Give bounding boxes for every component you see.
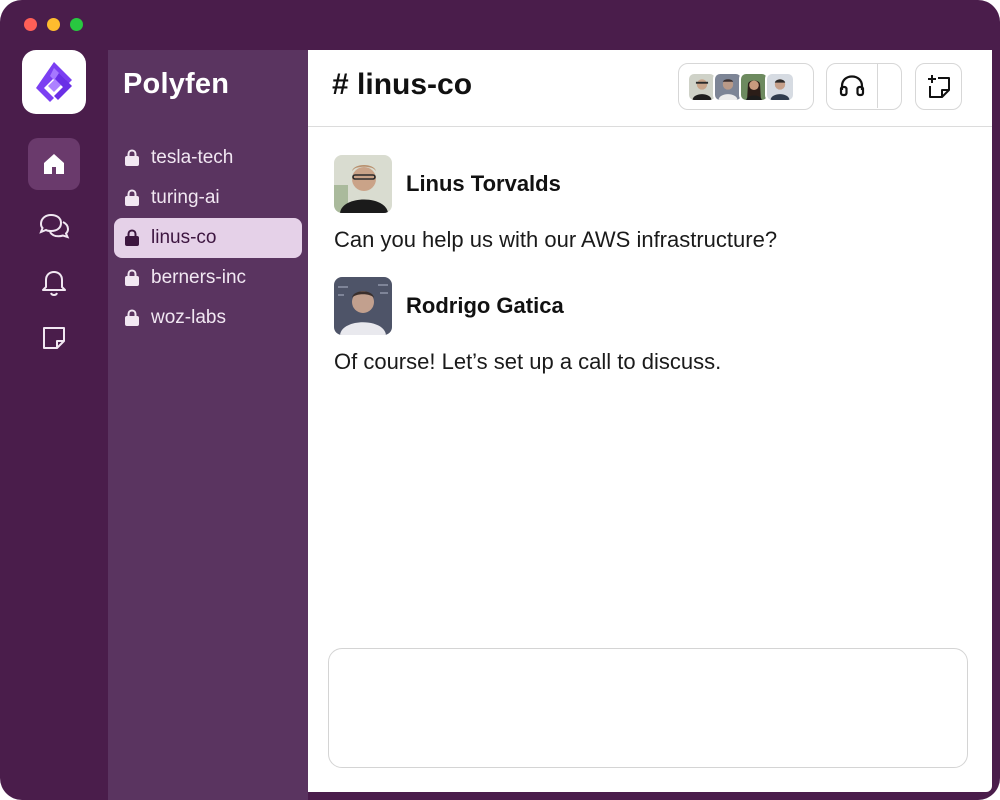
- huddle-options-button[interactable]: [878, 64, 901, 108]
- members-button[interactable]: [678, 63, 814, 110]
- channel-label: berners-inc: [151, 267, 247, 288]
- message-author[interactable]: Linus Torvalds: [406, 171, 561, 197]
- message-text: Can you help us with our AWS infrastruct…: [334, 227, 778, 252]
- lock-icon: [123, 309, 141, 327]
- channel-view: # linus-co Linus Torvalds Can you help u…: [308, 50, 992, 792]
- lock-icon: [123, 149, 141, 167]
- member-avatar: [765, 71, 795, 102]
- new-canvas-button[interactable]: [915, 63, 962, 110]
- message-item: Linus Torvalds Can you help us with our …: [334, 155, 964, 253]
- channel-label: tesla-tech: [151, 147, 234, 168]
- workspace-logo-button[interactable]: [22, 50, 86, 114]
- home-icon: [44, 154, 64, 174]
- channel-item-turing-ai[interactable]: turing-ai: [114, 178, 302, 218]
- icon-rail: [0, 50, 108, 800]
- rail-notes-button[interactable]: [28, 312, 80, 364]
- lock-icon: [123, 189, 141, 207]
- huddle-control: [826, 63, 902, 110]
- channel-label: linus-co: [151, 227, 217, 248]
- rail-home-button[interactable]: [28, 138, 80, 190]
- channel-list: tesla-tech turing-ai linus-co berners-in…: [114, 138, 302, 338]
- message-header: Linus Torvalds: [334, 155, 964, 213]
- minimize-window-button[interactable]: [47, 18, 60, 31]
- close-window-button[interactable]: [24, 18, 37, 31]
- channel-item-berners-inc[interactable]: berners-inc: [114, 258, 302, 298]
- lock-icon: [123, 229, 141, 247]
- channel-label: woz-labs: [151, 307, 226, 328]
- headphones-icon: [839, 75, 865, 97]
- rail-messages-button[interactable]: [28, 200, 80, 252]
- start-huddle-button[interactable]: [827, 64, 878, 108]
- rail-notifications-button[interactable]: [28, 256, 80, 308]
- avatar[interactable]: [334, 155, 392, 213]
- zoom-window-button[interactable]: [70, 18, 83, 31]
- message-list: Linus Torvalds Can you help us with our …: [334, 155, 964, 399]
- polyfen-logo-icon: [36, 62, 72, 102]
- channel-title[interactable]: # linus-co: [332, 68, 472, 102]
- channel-item-woz-labs[interactable]: woz-labs: [114, 298, 302, 338]
- workspace-name[interactable]: Polyfen: [123, 68, 229, 101]
- app-window: Polyfen tesla-tech turing-ai linus-co be…: [0, 0, 1000, 800]
- channel-label: turing-ai: [151, 187, 220, 208]
- message-header: Rodrigo Gatica: [334, 277, 964, 335]
- channel-item-linus-co[interactable]: linus-co: [114, 218, 302, 258]
- lock-icon: [123, 269, 141, 287]
- channel-sidebar: Polyfen tesla-tech turing-ai linus-co be…: [108, 50, 308, 800]
- note-icon: [43, 327, 65, 349]
- avatar[interactable]: [334, 277, 392, 335]
- channel-header: # linus-co: [308, 50, 992, 127]
- message-author[interactable]: Rodrigo Gatica: [406, 293, 564, 319]
- channel-item-tesla-tech[interactable]: tesla-tech: [114, 138, 302, 178]
- chat-bubbles-icon: [39, 213, 70, 239]
- message-composer-input[interactable]: [328, 648, 968, 768]
- window-controls: [24, 18, 83, 31]
- bell-icon: [42, 271, 66, 297]
- message-text: Of course! Let’s set up a call to discus…: [334, 349, 722, 374]
- message-item: Rodrigo Gatica Of course! Let’s set up a…: [334, 277, 964, 375]
- new-canvas-icon: [927, 74, 950, 98]
